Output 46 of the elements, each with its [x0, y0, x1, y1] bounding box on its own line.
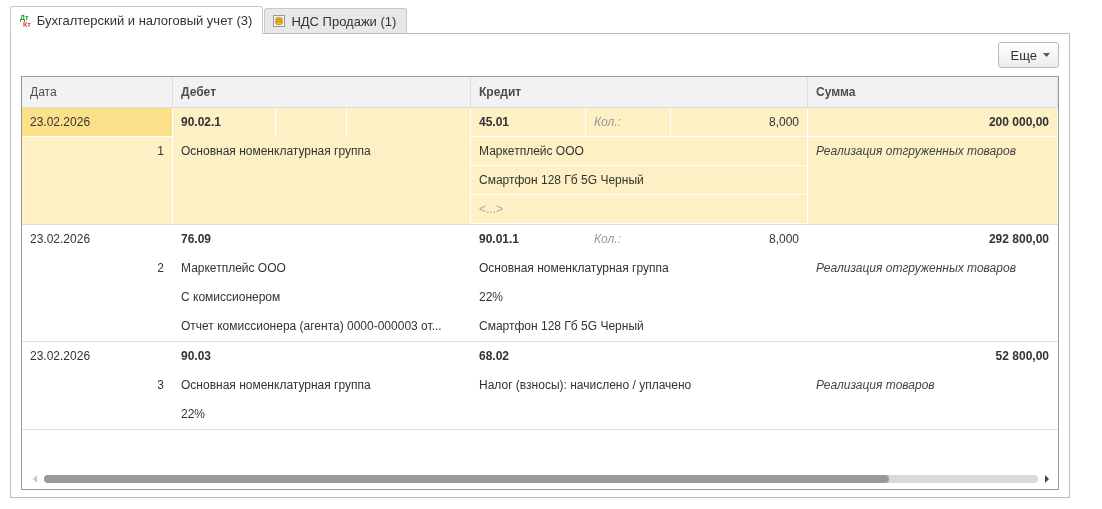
- table-cell: 200 000,00: [808, 108, 1057, 137]
- table-cell-text: С комиссионером: [180, 289, 282, 306]
- table-cell: Кол.:: [586, 108, 671, 137]
- table-cell-text: 3: [156, 377, 165, 394]
- table-cell: <...>: [471, 195, 807, 224]
- tab[interactable]: НДС Продажи (1): [264, 8, 408, 33]
- table-cell: Смартфон 128 Гб 5G Черный: [471, 166, 807, 195]
- table-cell: Маркетплейс ООО: [471, 137, 807, 166]
- table-cell-text: 22%: [478, 289, 505, 306]
- table-cell-text: 23.02.2026: [29, 231, 92, 248]
- table-row[interactable]: 23.02.2026 1 90.02.1 Основная номенклатурная группа 45.01 Кол.: 8,000 Маркетплейс ООО Смартфон 128 Гб 5G Черный <...> 200 000,00 Реализация отгруженных товаров: [22, 108, 1058, 225]
- table-cell-text: Отчет комиссионера (агента) 0000-000003 от...: [180, 318, 443, 335]
- table-cell-text: 2: [156, 260, 165, 277]
- more-button[interactable]: Еще: [997, 42, 1059, 68]
- table-cell-text: 22%: [180, 406, 207, 423]
- table-cell-text: 68.02: [478, 348, 511, 365]
- table-cell-text: 8,000: [767, 114, 800, 131]
- table-cell-text: Основная номенклатурная группа: [180, 143, 372, 160]
- scroll-left-icon[interactable]: [32, 475, 38, 483]
- table-cell: 90.02.1: [173, 108, 276, 137]
- scroll-right-icon[interactable]: [1044, 475, 1050, 483]
- table-cell-text: 8,000: [767, 231, 800, 248]
- table-cell-text: 90.01.1: [478, 231, 521, 248]
- table-cell-text: Основная номенклатурная группа: [478, 260, 670, 277]
- caret-icon: [1043, 53, 1050, 57]
- column-header[interactable]: Дата: [22, 77, 173, 107]
- table-cell-text: 292 800,00: [987, 231, 1050, 248]
- column-header[interactable]: Сумма: [808, 77, 1058, 107]
- table-cell-text: 90.03: [180, 348, 213, 365]
- table-cell-text: Маркетплейс ООО: [180, 260, 287, 277]
- coins-icon: [273, 15, 286, 27]
- table-cell-text: 52 800,00: [994, 348, 1050, 365]
- table-cell-text: Реализация товаров: [815, 377, 936, 394]
- table-cell-text: Реализация отгруженных товаров: [815, 260, 1017, 277]
- table-cell-text: 1: [156, 143, 165, 160]
- table-cell-text: Налог (взносы): начислено / уплачено: [478, 377, 693, 394]
- table-cell-text: Реализация отгруженных товаров: [815, 143, 1017, 160]
- table-cell-text: 76.09: [180, 231, 213, 248]
- table-cell: 45.01: [471, 108, 586, 137]
- column-header[interactable]: Дебет: [173, 77, 471, 107]
- table-cell-text: Основная номенклатурная группа: [180, 377, 372, 394]
- column-header[interactable]: Кредит: [471, 77, 808, 107]
- table-cell-text: Кол.:: [593, 231, 622, 248]
- table-cell-text: Смартфон 128 Гб 5G Черный: [478, 318, 645, 335]
- table-cell-text: 23.02.2026: [29, 348, 92, 365]
- table-cell: 23.02.2026: [22, 108, 172, 137]
